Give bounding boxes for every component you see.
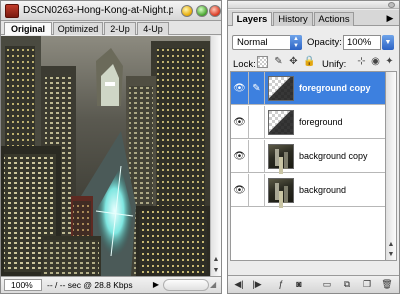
step-backward-icon[interactable]: ◀| xyxy=(232,278,246,291)
tab-optimized[interactable]: Optimized xyxy=(53,22,103,35)
lock-move-icon[interactable]: ✥ xyxy=(288,56,299,68)
lock-all-icon[interactable]: 🔒 xyxy=(303,56,315,68)
new-layer-icon[interactable]: ⧉ xyxy=(340,278,354,291)
link-box[interactable] xyxy=(249,174,265,207)
unify-style-icon[interactable]: ✦ xyxy=(384,56,395,68)
opacity-input[interactable]: 100% xyxy=(343,35,381,50)
hong-kong-night-photo xyxy=(1,36,210,276)
layer-name: background xyxy=(299,185,347,195)
tab-actions[interactable]: Actions xyxy=(314,12,354,26)
document-icon xyxy=(5,4,19,18)
lock-transparency-icon[interactable] xyxy=(257,56,268,68)
visibility-eye-icon[interactable]: 👁 xyxy=(231,140,249,173)
unify-label: Unify: xyxy=(322,59,347,70)
horizontal-scrollbar[interactable] xyxy=(163,279,209,291)
lock-label: Lock: xyxy=(233,59,256,70)
status-bar: 100% -- / -- sec @ 28.8 Kbps ▶ ◢ xyxy=(1,276,221,293)
layer-name: background copy xyxy=(299,151,368,161)
minimize-button[interactable] xyxy=(181,5,193,17)
zoom-field[interactable]: 100% xyxy=(4,279,42,291)
duplicate-layer-icon[interactable]: ❐ xyxy=(360,278,374,291)
select-arrows-icon: ▲ ▼ xyxy=(290,35,302,50)
resize-grip-icon[interactable]: ◢ xyxy=(210,280,219,290)
link-box[interactable] xyxy=(249,140,265,173)
layer-name: foreground copy xyxy=(299,83,371,93)
layer-list-scrollbar[interactable]: ▲ ▼ xyxy=(386,71,397,261)
lock-brush-icon[interactable]: ✎ xyxy=(273,56,284,68)
layer-row-foreground-copy[interactable]: 👁 ✎ foreground copy xyxy=(231,72,385,105)
layer-row-background-copy[interactable]: 👁 background copy xyxy=(231,140,385,173)
layer-effects-icon[interactable]: ƒ xyxy=(274,278,288,291)
document-title: DSCN0263-Hong-Kong-at-Night.p... xyxy=(23,5,173,16)
status-menu-arrow-icon[interactable]: ▶ xyxy=(151,279,161,291)
layer-name: foreground xyxy=(299,117,343,127)
document-title-bar[interactable]: DSCN0263-Hong-Kong-at-Night.p... xyxy=(1,1,221,21)
visibility-eye-icon[interactable]: 👁 xyxy=(231,174,249,207)
visibility-eye-icon[interactable]: 👁 xyxy=(231,72,249,105)
view-tabs: Original Optimized 2-Up 4-Up xyxy=(1,21,221,35)
tab-history[interactable]: History xyxy=(273,12,313,26)
tab-original[interactable]: Original xyxy=(4,22,52,35)
tab-layers[interactable]: Layers xyxy=(232,12,272,26)
add-mask-icon[interactable]: ◙ xyxy=(292,278,306,291)
unify-visibility-icon[interactable]: ◉ xyxy=(370,56,381,68)
opacity-label: Opacity: xyxy=(307,37,342,48)
step-forward-icon[interactable]: |▶ xyxy=(250,278,264,291)
zoom-button[interactable] xyxy=(196,5,208,17)
layer-thumbnail xyxy=(268,110,294,135)
visibility-eye-icon[interactable]: 👁 xyxy=(231,106,249,139)
layer-row-background[interactable]: 👁 background xyxy=(231,174,385,207)
close-button[interactable] xyxy=(209,5,221,17)
layer-row-foreground[interactable]: 👁 foreground xyxy=(231,106,385,139)
palette-bottom-bar: ◀| |▶ ƒ ◙ ▭ ⧉ ❐ 🗑 xyxy=(228,275,399,293)
scroll-up-arrow-icon[interactable]: ▲ xyxy=(386,240,396,250)
scroll-down-arrow-icon[interactable]: ▼ xyxy=(386,250,396,260)
blend-mode-select[interactable]: Normal ▲ ▼ xyxy=(232,35,302,50)
layers-palette: Layers History Actions ▶ Normal ▲ ▼ Opaci… xyxy=(227,0,400,294)
unify-position-icon[interactable]: ⊹ xyxy=(356,56,367,68)
tab-2-up[interactable]: 2-Up xyxy=(104,22,136,35)
layer-thumbnail xyxy=(268,76,294,101)
vertical-scrollbar[interactable]: ▲ ▼ xyxy=(210,36,221,276)
trash-icon[interactable]: 🗑 xyxy=(380,278,394,291)
layer-list: 👁 ✎ foreground copy 👁 foreground 👁 backg… xyxy=(230,71,386,261)
tab-4-up[interactable]: 4-Up xyxy=(137,22,169,35)
paintbrush-icon[interactable]: ✎ xyxy=(249,72,265,105)
palette-close-button[interactable] xyxy=(388,2,395,8)
new-layer-set-icon[interactable]: ▭ xyxy=(320,278,334,291)
scroll-down-arrow-icon[interactable]: ▼ xyxy=(211,265,221,276)
opacity-dropdown-arrow-icon[interactable]: ▼ xyxy=(382,35,394,50)
scroll-up-arrow-icon[interactable]: ▲ xyxy=(211,254,221,265)
image-canvas[interactable] xyxy=(1,36,210,276)
link-box[interactable] xyxy=(249,106,265,139)
download-time-info: -- / -- sec @ 28.8 Kbps xyxy=(47,280,133,290)
palette-tabs: Layers History Actions ▶ xyxy=(228,10,399,26)
document-window: DSCN0263-Hong-Kong-at-Night.p... Origina… xyxy=(0,0,222,294)
layer-thumbnail xyxy=(268,144,294,169)
layer-thumbnail xyxy=(268,178,294,203)
palette-title-bar[interactable] xyxy=(228,1,399,9)
palette-menu-arrow-icon[interactable]: ▶ xyxy=(383,12,397,24)
blend-mode-value: Normal xyxy=(237,37,268,48)
